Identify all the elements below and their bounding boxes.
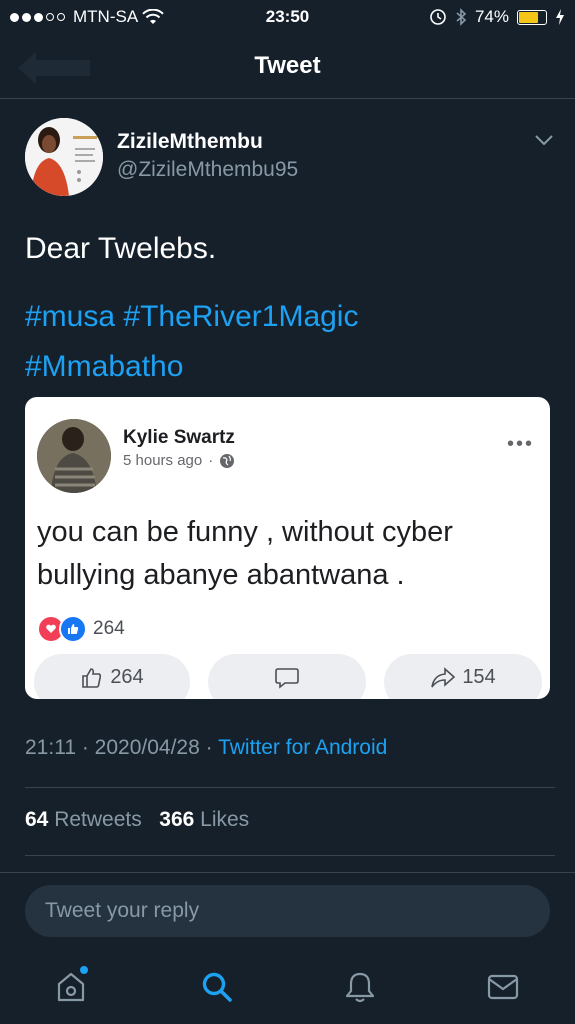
tweet-metadata: 21:11 · 2020/04/28 · Twitter for Android <box>25 736 387 760</box>
bell-icon <box>345 972 375 1003</box>
tab-home[interactable] <box>46 962 96 1012</box>
status-bar: MTN-SA 23:50 74% <box>0 0 575 34</box>
thumbs-up-icon <box>82 668 102 688</box>
divider <box>25 855 555 856</box>
nav-bar: Tweet <box>0 34 575 99</box>
retweets-count: 64 <box>25 808 49 831</box>
chevron-down-icon[interactable] <box>535 134 553 146</box>
home-icon <box>57 972 85 1002</box>
search-icon <box>202 972 232 1002</box>
more-options-icon: ••• <box>506 433 534 455</box>
hashtags-line[interactable]: #Mmabatho <box>25 342 555 392</box>
tweet-text: Dear Twelebs. <box>25 232 217 265</box>
like-count: 264 <box>110 666 144 688</box>
post-time: 5 hours ago · <box>123 452 235 469</box>
divider <box>25 787 555 788</box>
tweet-hashtags: #musa #TheRiver1Magic #Mmabatho <box>25 292 555 392</box>
author-avatar[interactable] <box>25 118 103 196</box>
share-count: 154 <box>462 666 496 688</box>
reply-input[interactable]: Tweet your reply <box>25 885 550 937</box>
status-right: 74% <box>429 7 565 27</box>
post-text: you can be funny , without cyber bullyin… <box>37 516 453 591</box>
page-title: Tweet <box>254 52 321 79</box>
likes-count: 366 <box>159 808 195 831</box>
meta-separator: · <box>76 736 95 759</box>
battery-icon <box>517 9 547 25</box>
retweets-label: Retweets <box>54 808 142 831</box>
tab-search[interactable] <box>192 962 242 1012</box>
tweet-stats: 64 Retweets 366 Likes <box>25 808 249 832</box>
author-handle[interactable]: @ZizileMthembu95 <box>117 158 298 182</box>
charging-icon <box>556 9 564 25</box>
post-avatar <box>37 419 111 493</box>
likes-label: Likes <box>200 808 250 831</box>
reactions-summary: 264 <box>37 615 125 643</box>
retweets-stat[interactable]: 64 Retweets <box>25 808 142 831</box>
like-button: 264 <box>34 654 190 699</box>
divider <box>0 872 575 873</box>
share-icon <box>431 667 456 688</box>
alarm-icon <box>430 9 446 25</box>
comment-icon <box>275 668 299 689</box>
comment-button <box>208 654 366 699</box>
author-name[interactable]: ZizileMthembu <box>117 130 263 154</box>
likes-stat[interactable]: 366 Likes <box>159 808 249 831</box>
meta-separator: · <box>199 736 219 759</box>
tweet-source-link[interactable]: Twitter for Android <box>218 736 387 759</box>
post-author-name: Kylie Swartz <box>123 427 235 448</box>
tweet-author: ZizileMthembu @ZizileMthembu95 <box>25 114 555 204</box>
globe-icon <box>220 453 235 468</box>
bluetooth-icon <box>456 8 467 26</box>
post-time-dot: · <box>208 452 214 469</box>
share-button: 154 <box>384 654 542 699</box>
reactions-count: 264 <box>93 618 125 639</box>
tab-notifications[interactable] <box>335 962 385 1012</box>
like-reaction-icon <box>59 615 87 643</box>
mail-icon <box>487 974 519 1000</box>
battery-percent: 74% <box>474 7 509 26</box>
reply-placeholder: Tweet your reply <box>45 899 200 922</box>
tweet-time: 21:11 <box>25 736 76 759</box>
hashtags-line[interactable]: #musa #TheRiver1Magic <box>25 292 555 342</box>
post-time-text: 5 hours ago <box>123 452 203 469</box>
notification-dot <box>80 966 88 974</box>
tab-messages[interactable] <box>478 962 528 1012</box>
tweet-date: 2020/04/28 <box>94 736 200 759</box>
embedded-image[interactable]: Kylie Swartz 5 hours ago · ••• you can b… <box>25 397 550 699</box>
